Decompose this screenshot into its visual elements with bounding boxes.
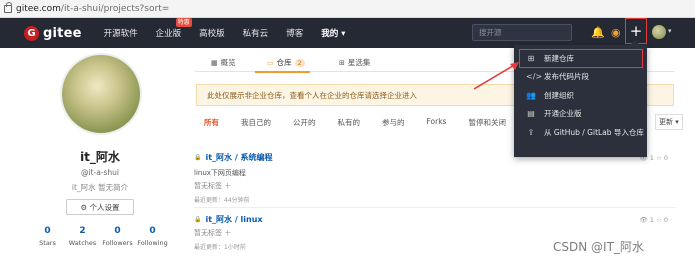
stat-label: Watches [68,239,97,247]
repo-title-text: it_阿水 / 系统编程 [205,153,273,162]
tab-repos[interactable]: ▭ 仓库 2 [267,57,305,68]
repo-tags[interactable]: 暂无标签 ＋ [194,181,676,191]
lock-icon: 🔒 [194,216,202,223]
nav-private-cloud[interactable]: 私有云 [243,27,269,39]
tab-overview[interactable]: ▦ 概览 [211,57,236,68]
stat-stars[interactable]: 0 Stars [30,226,65,247]
bell-icon[interactable]: 🔔 [591,26,605,40]
menu-item-enterprise[interactable]: ▤ 开通企业版 [514,105,647,124]
overview-icon: ▦ [211,58,218,67]
menu-item-label: 从 GitHub / GitLab 导入仓库 [544,127,644,137]
repo-count-badge: 2 [294,58,305,67]
tab-repos-label: 仓库 [276,58,292,67]
browser-url-bar[interactable]: gitee.com/it-a-shui/projects?sort= [0,0,695,18]
annotation-arrow [473,62,519,90]
stat-value: 2 [79,226,86,236]
stat-label: Stars [39,239,56,247]
nav-enterprise[interactable]: 企业版 特惠 [155,18,192,39]
filter-mine[interactable]: 我自己的 [241,117,271,128]
repo-description: linux下网页编程 [194,169,246,177]
new-repo-highlight-box [519,49,643,68]
nav-mine[interactable]: 我的 ▾ [321,27,345,39]
filter-private[interactable]: 私有的 [338,117,361,128]
gitee-logo-icon: G [24,25,39,41]
nav-enterprise-label: 企业版 [155,29,182,39]
profile-avatar [60,53,142,135]
top-navbar: G gitee 开源软件 企业版 特惠 高校版 私有云 博客 我的 ▾ 搜开源 🔔… [0,18,695,48]
stat-following[interactable]: 0 Following [135,226,170,247]
csdn-watermark: CSDN @IT_阿水 [553,240,644,254]
profile-name: it_阿水 [80,150,120,164]
nav-blog[interactable]: 博客 [286,27,303,39]
repo-updated: 最近更新：44分钟前 [194,197,250,204]
lock-icon: 🔒 [194,154,202,161]
repo-title-text: it_阿水 / linux [205,215,263,224]
filter-participated[interactable]: 参与的 [382,117,405,128]
menu-item-label: 开通企业版 [544,109,582,119]
profile-stats: 0 Stars 2 Watches 0 Followers 0 Followin… [30,226,170,247]
code-icon: </> [526,72,543,82]
repo-icon: ▭ [267,58,274,67]
menu-item-label: 创建组织 [544,90,574,100]
gitee-logo[interactable]: G gitee [24,25,82,41]
star-collection-icon: ⊞ [339,58,345,67]
profile-handle: @it-a-shui [80,168,120,177]
tab-overview-label: 概览 [220,58,236,67]
stat-value: 0 [149,226,156,236]
filter-all[interactable]: 所有 [204,117,219,128]
repo-tags[interactable]: 暂无标签 ＋ [194,228,676,238]
hot-badge: 特惠 [175,18,192,27]
stat-value: 0 [114,226,121,236]
repo-title[interactable]: 🔒 it_阿水 / linux [194,214,676,225]
stat-watches[interactable]: 2 Watches [65,226,100,247]
group-icon: 👥 [526,90,536,100]
menu-item-publish-snippet[interactable]: </> 发布代码片段 [514,68,647,87]
filter-paused-closed[interactable]: 暂停和关闭 [468,117,506,128]
search-input[interactable]: 搜开源 [472,24,572,41]
lock-icon [4,1,12,13]
filter-public[interactable]: 公开的 [293,117,316,128]
url-path: /it-a-shui/projects?sort= [60,3,170,14]
stat-label: Following [137,239,168,247]
stat-value: 0 [44,226,51,236]
nav-open-source[interactable]: 开源软件 [104,27,138,39]
url-text[interactable]: gitee.com/it-a-shui/projects?sort= [16,4,169,14]
profile-bio: it_阿水 暂无简介 [71,183,129,192]
settings-button[interactable]: ⚙ 个人设置 [66,199,134,215]
tab-stars-label: 星选集 [347,58,371,67]
stat-label: Followers [102,239,133,247]
menu-item-label: 发布代码片段 [544,72,589,82]
menu-item-create-org[interactable]: 👥 创建组织 [514,86,647,105]
gitee-logo-text: gitee [43,25,82,41]
stat-followers[interactable]: 0 Followers [100,226,135,247]
import-icon: ⇪ [527,127,535,137]
filter-forks[interactable]: Forks [427,117,447,128]
nav-avatar[interactable] [652,25,666,39]
active-tab-underline [255,71,310,73]
chevron-down-icon[interactable]: ▾ [668,27,672,35]
enterprise-icon: ▤ [527,109,535,119]
location-pin-icon[interactable]: ◉ [611,26,621,40]
tab-stars[interactable]: ⊞ 星选集 [339,57,370,68]
nav-education[interactable]: 高校版 [199,27,225,39]
menu-item-import[interactable]: ⇪ 从 GitHub / GitLab 导入仓库 [514,123,647,142]
url-host: gitee.com [16,3,61,14]
repo-filters: 所有 我自己的 公开的 私有的 参与的 Forks 暂停和关闭 [204,117,528,128]
sort-dropdown[interactable]: 更新 ▾ [655,114,683,130]
repo-meta: 👁 1 ☆ 0 [639,216,668,224]
